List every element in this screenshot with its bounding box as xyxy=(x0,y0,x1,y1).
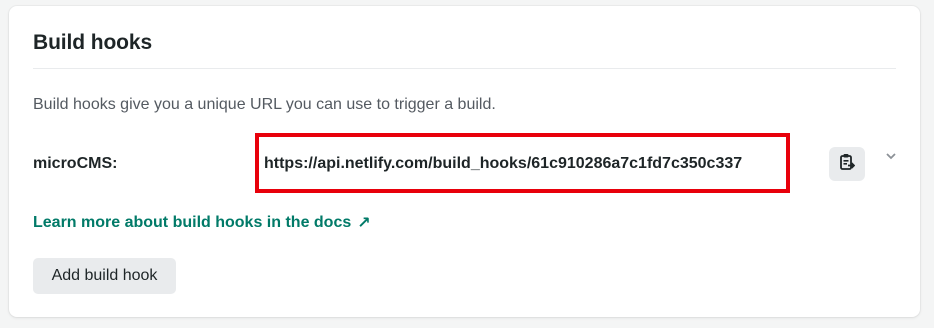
docs-link[interactable]: Learn more about build hooks in the docs… xyxy=(33,213,371,233)
hook-name: microCMS: xyxy=(33,155,118,172)
section-description: Build hooks give you a unique URL you ca… xyxy=(33,96,496,113)
hook-url[interactable]: https://api.netlify.com/build_hooks/61c9… xyxy=(264,155,742,173)
title-divider xyxy=(33,68,896,69)
chevron-down-icon xyxy=(885,147,897,165)
section-title: Build hooks xyxy=(33,31,153,54)
external-arrow-icon: ↗ xyxy=(357,215,371,232)
copy-url-button[interactable] xyxy=(829,147,865,181)
expand-hook-button[interactable] xyxy=(884,149,898,163)
clipboard-copy-icon xyxy=(839,153,856,176)
docs-link-label: Learn more about build hooks in the docs xyxy=(33,214,352,231)
build-hooks-card: Build hooks Build hooks give you a uniqu… xyxy=(9,6,920,317)
add-build-hook-button[interactable]: Add build hook xyxy=(33,258,176,294)
